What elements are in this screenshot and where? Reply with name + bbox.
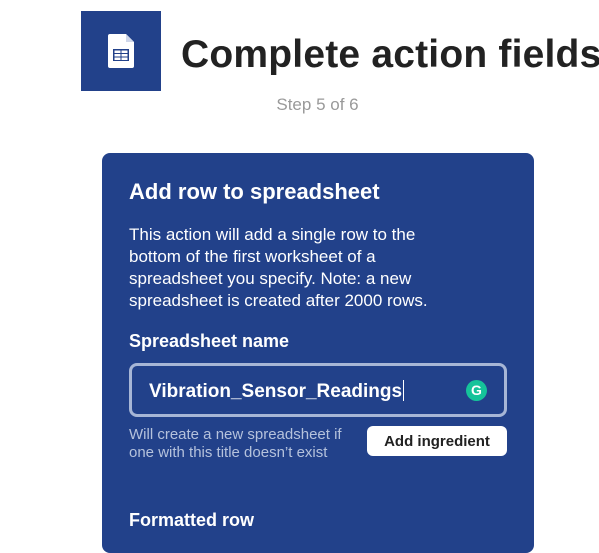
spreadsheet-name-label: Spreadsheet name [129, 331, 290, 351]
spreadsheet-icon [108, 34, 134, 68]
page-title: Complete action fields [181, 33, 599, 76]
action-title: Add row to spreadsheet [129, 179, 380, 204]
spreadsheet-name-helper: Will create a new spreadsheet if one wit… [129, 426, 342, 461]
spreadsheet-name-text[interactable]: Vibration_Sensor_Readings [149, 381, 402, 402]
spreadsheet-name-input[interactable]: Vibration_Sensor_Readings G [129, 363, 507, 417]
page-header: Complete action fields Step 5 of 6 [0, 0, 599, 130]
text-caret [403, 380, 405, 401]
grammarly-icon[interactable]: G [466, 380, 487, 401]
action-description: This action will add a single row to the… [129, 225, 428, 310]
spreadsheet-name-value[interactable]: Vibration_Sensor_Readings [149, 380, 405, 403]
action-fields-card: Add row to spreadsheet This action will … [102, 153, 534, 553]
step-indicator: Step 5 of 6 [276, 95, 359, 114]
formatted-row-label: Formatted row [129, 510, 255, 530]
add-ingredient-button[interactable]: Add ingredient [367, 426, 507, 456]
service-logo [81, 11, 161, 91]
